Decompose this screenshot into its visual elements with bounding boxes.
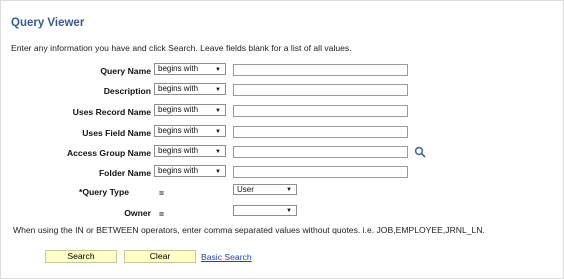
field-label: Folder Name <box>98 168 151 178</box>
access-group-name-input[interactable] <box>233 146 408 158</box>
chevron-down-icon: ▼ <box>215 169 221 175</box>
uses-field-name-input[interactable] <box>233 126 408 138</box>
chevron-down-icon: ▼ <box>215 149 221 155</box>
field-label: Query Name <box>100 66 151 76</box>
field-label: Uses Record Name <box>72 107 151 117</box>
uses-record-name-input[interactable] <box>233 105 408 117</box>
operator-value: begins with <box>158 146 199 155</box>
operator-select[interactable]: begins with ▼ <box>154 145 226 157</box>
operator-note: When using the IN or BETWEEN operators, … <box>13 225 485 235</box>
chevron-down-icon: ▼ <box>215 129 221 135</box>
magnifier-icon[interactable] <box>414 146 426 158</box>
field-label: Access Group Name <box>66 148 151 158</box>
field-row-uses-record-name: Uses Record Name begins with ▼ <box>1 104 564 118</box>
field-row-owner: Owner = ▼ <box>1 205 564 219</box>
field-row-uses-field-name: Uses Field Name begins with ▼ <box>1 125 564 139</box>
query-type-select[interactable]: User ▼ <box>233 184 297 195</box>
description-input[interactable] <box>233 84 408 96</box>
field-row-access-group-name: Access Group Name begins with ▼ <box>1 145 564 159</box>
query-name-input[interactable] <box>233 64 408 76</box>
field-label: Uses Field Name <box>82 128 151 138</box>
operator-select[interactable]: begins with ▼ <box>154 63 226 75</box>
operator-select[interactable]: begins with ▼ <box>154 104 226 116</box>
field-label: Owner <box>124 208 151 218</box>
folder-name-input[interactable] <box>233 166 408 178</box>
query-viewer-panel: Query Viewer Enter any information you h… <box>0 0 564 279</box>
search-button[interactable]: Search <box>45 250 117 263</box>
chevron-down-icon: ▼ <box>215 87 221 93</box>
page-title: Query Viewer <box>11 17 85 29</box>
operator-value: begins with <box>158 166 199 175</box>
field-row-folder-name: Folder Name begins with ▼ <box>1 165 564 179</box>
chevron-down-icon: ▼ <box>286 187 292 193</box>
chevron-down-icon: ▼ <box>215 67 221 73</box>
chevron-down-icon: ▼ <box>286 208 292 214</box>
operator-value: begins with <box>158 84 199 93</box>
field-row-query-type: *Query Type = User ▼ <box>1 184 564 198</box>
field-row-description: Description begins with ▼ <box>1 83 564 97</box>
operator-select[interactable]: begins with ▼ <box>154 165 226 177</box>
basic-search-link[interactable]: Basic Search <box>201 252 252 262</box>
operator-equals: = <box>159 188 165 198</box>
clear-button[interactable]: Clear <box>124 250 196 263</box>
field-label: Description <box>103 86 151 96</box>
operator-equals: = <box>159 209 165 219</box>
operator-select[interactable]: begins with ▼ <box>154 83 226 95</box>
chevron-down-icon: ▼ <box>215 108 221 114</box>
operator-value: begins with <box>158 64 199 73</box>
operator-value: begins with <box>158 126 199 135</box>
field-row-query-name: Query Name begins with ▼ <box>1 63 564 77</box>
owner-select[interactable]: ▼ <box>233 205 297 216</box>
operator-value: begins with <box>158 105 199 114</box>
instructions-text: Enter any information you have and click… <box>11 43 352 53</box>
select-value: User <box>237 185 254 194</box>
field-label: *Query Type <box>79 187 129 197</box>
operator-select[interactable]: begins with ▼ <box>154 125 226 137</box>
